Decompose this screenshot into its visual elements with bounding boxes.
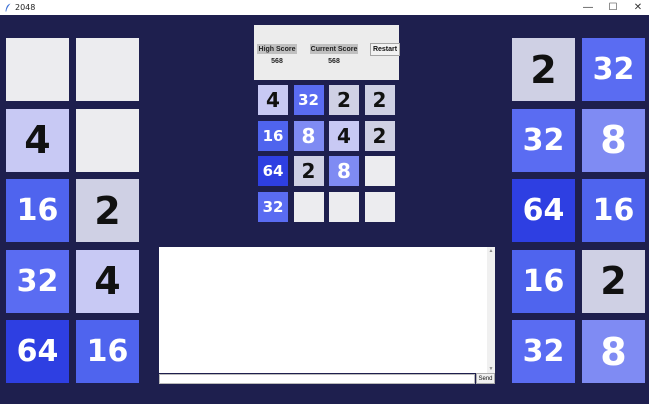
tile-empty: [76, 38, 139, 101]
maximize-button[interactable]: ☐: [601, 0, 625, 15]
tile-16: 16: [582, 179, 645, 242]
tile-empty: [364, 191, 395, 222]
tile-2: 2: [329, 85, 359, 115]
score-panel: High Score 568 Current Score 568 Restart: [254, 25, 400, 80]
tile-64: 64: [258, 156, 288, 186]
tile-32: 32: [512, 108, 575, 172]
restart-button[interactable]: Restart: [370, 43, 400, 56]
feather-icon: [3, 3, 13, 13]
tile-16: 16: [6, 179, 69, 242]
minimize-button[interactable]: —: [576, 0, 600, 15]
send-button[interactable]: Send: [476, 373, 495, 384]
tile-16: 16: [76, 320, 139, 383]
high-score-label: High Score: [257, 44, 297, 54]
tile-2: 2: [76, 179, 139, 242]
chat-input[interactable]: [159, 374, 475, 384]
current-score-label: Current Score: [310, 44, 358, 54]
chat-log[interactable]: ▲ ▼: [159, 247, 495, 373]
tile-8: 8: [582, 108, 645, 172]
tile-32: 32: [582, 38, 645, 101]
chat-scrollbar[interactable]: ▲ ▼: [487, 247, 495, 373]
tile-2: 2: [364, 120, 395, 151]
tile-2: 2: [512, 38, 575, 101]
tile-2: 2: [582, 249, 645, 313]
tile-2: 2: [293, 156, 324, 186]
current-score-value: 568: [328, 58, 340, 65]
tile-32: 32: [6, 249, 69, 313]
tile-empty: [6, 38, 69, 101]
tile-64: 64: [6, 320, 69, 383]
scroll-up-icon[interactable]: ▲: [487, 247, 495, 255]
high-score-value: 568: [271, 58, 283, 65]
window-title-bar: 2048 — ☐ ✕: [0, 0, 649, 15]
tile-4: 4: [76, 249, 139, 313]
tile-4: 4: [258, 85, 288, 115]
tile-empty: [293, 191, 324, 222]
tile-32: 32: [293, 85, 324, 115]
tile-empty: [76, 108, 139, 172]
tile-32: 32: [512, 320, 575, 383]
close-button[interactable]: ✕: [626, 0, 649, 15]
tile-64: 64: [512, 179, 575, 242]
window-title: 2048: [15, 3, 36, 12]
tile-2: 2: [364, 85, 395, 115]
scroll-down-icon[interactable]: ▼: [487, 365, 495, 373]
tile-16: 16: [258, 120, 288, 151]
tile-4: 4: [329, 120, 359, 151]
tile-8: 8: [329, 156, 359, 186]
tile-empty: [329, 191, 359, 222]
tile-8: 8: [582, 320, 645, 383]
tile-4: 4: [6, 108, 69, 172]
tile-8: 8: [293, 120, 324, 151]
tile-16: 16: [512, 249, 575, 313]
tile-32: 32: [258, 191, 288, 222]
tile-empty: [364, 156, 395, 186]
